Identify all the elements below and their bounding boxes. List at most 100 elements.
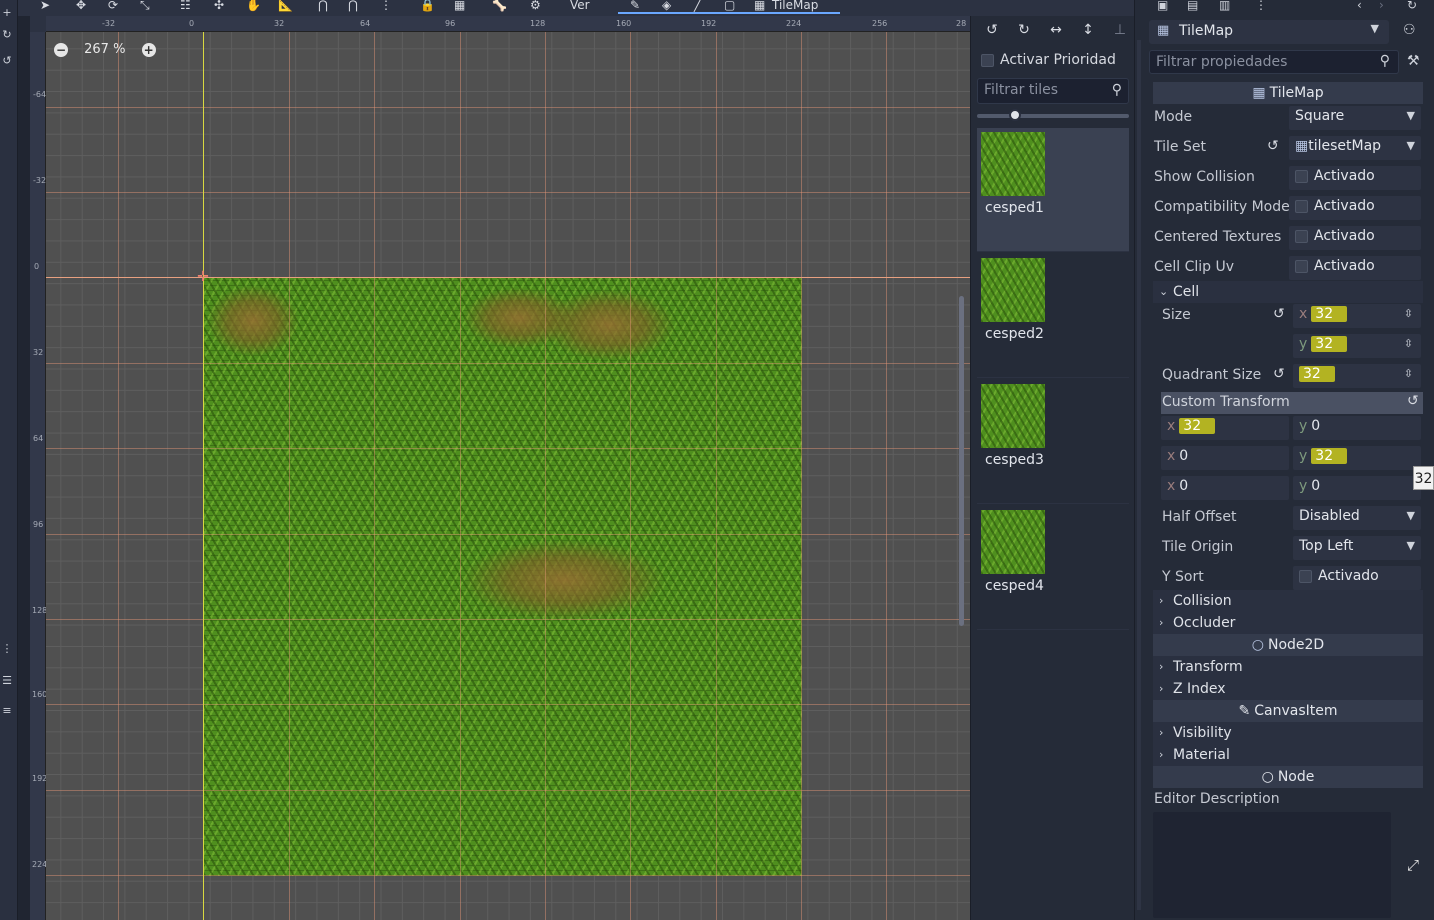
group-z-index[interactable]: › Z Index xyxy=(1153,678,1423,700)
group-visibility[interactable]: › Visibility xyxy=(1153,722,1423,744)
history-forward-icon[interactable]: › xyxy=(1379,0,1384,12)
view-menu[interactable]: Ver xyxy=(570,0,590,14)
viewport-scrollbar[interactable] xyxy=(959,296,964,626)
node-selector[interactable]: ▦ TileMap ▼ xyxy=(1149,20,1389,44)
checkbox-icon xyxy=(1299,569,1312,583)
rect-icon[interactable]: ▢ xyxy=(724,0,735,12)
canvas-viewport[interactable]: -32 0 32 64 96 128 160 192 224 256 28 -6… xyxy=(30,16,970,920)
transform-x-field[interactable]: x0 xyxy=(1161,446,1289,470)
vertical-ruler: -64 -32 0 32 64 96 128 160 192 224 xyxy=(30,32,47,920)
mode-dropdown[interactable]: Square ▼ xyxy=(1289,106,1421,130)
group-transform[interactable]: › Transform xyxy=(1153,656,1423,678)
pan-tool-icon[interactable]: ✋ xyxy=(246,0,261,14)
skeleton-icon[interactable]: 🦴 xyxy=(492,0,507,14)
group-icon[interactable]: ▦ xyxy=(454,0,465,14)
scale-tool-icon[interactable]: ⤡ xyxy=(140,0,150,14)
revert-icon[interactable]: ↺ xyxy=(1273,306,1285,322)
tileset-resource[interactable]: ▦tilesetMap ▼ xyxy=(1289,136,1421,160)
zoom-level[interactable]: 267 % xyxy=(84,42,125,57)
zoom-out-button[interactable]: − xyxy=(54,42,68,57)
add-icon[interactable]: + xyxy=(0,6,14,20)
prop-tile-origin: Tile Origin Top Left ▼ xyxy=(1153,534,1423,562)
rotate-right-icon[interactable]: ↻ xyxy=(1015,22,1033,40)
history-back-icon[interactable]: ‹ xyxy=(1357,0,1362,12)
compat-checkbox[interactable]: Activado xyxy=(1289,196,1421,220)
flip-vertical-icon[interactable]: ↕ xyxy=(1079,22,1097,40)
show-collision-checkbox[interactable]: Activado xyxy=(1289,166,1421,190)
search-icon: ⚲ xyxy=(1379,53,1390,69)
cell-line xyxy=(46,704,970,705)
tile-zoom-slider[interactable] xyxy=(977,114,1129,118)
tile-item[interactable]: cesped3 xyxy=(977,380,1129,504)
new-resource-icon[interactable]: ▣ xyxy=(1157,0,1168,12)
lock-icon[interactable]: 🔒 xyxy=(420,0,435,14)
move-tool-icon[interactable]: ✥ xyxy=(76,0,86,14)
editor-grid[interactable]: ✛ xyxy=(46,32,970,920)
transform-x-field[interactable]: x 32 xyxy=(1161,416,1289,440)
grid-snap-icon[interactable]: ⋂ xyxy=(348,0,358,14)
list-select-icon[interactable]: ☷ xyxy=(180,0,191,14)
section-title: CanvasItem xyxy=(1254,703,1338,719)
tile-filter-input[interactable]: Filtrar tiles ⚲ xyxy=(977,78,1129,104)
more-icon[interactable]: ⋮ xyxy=(1255,0,1267,12)
reload-icon[interactable]: ↻ xyxy=(0,28,14,42)
more-options-icon[interactable]: ⋮ xyxy=(380,0,392,14)
group-collision[interactable]: › Collision xyxy=(1153,590,1423,612)
pencil-icon[interactable]: ✎ xyxy=(630,0,640,12)
tile-origin-dropdown[interactable]: Top Left ▼ xyxy=(1293,536,1421,560)
transform-y-field[interactable]: y0 xyxy=(1293,476,1421,500)
history-icon[interactable]: ↺ xyxy=(0,54,14,68)
tile-item[interactable]: cesped1 xyxy=(977,128,1129,252)
line-icon[interactable]: ╱ xyxy=(694,0,701,12)
revert-icon[interactable]: ↺ xyxy=(1267,138,1279,154)
size-x-field[interactable]: x 32 ⇳ xyxy=(1293,304,1421,328)
expand-icon[interactable]: ⤢ xyxy=(1407,856,1419,874)
revert-icon[interactable]: ↺ xyxy=(1273,366,1285,382)
menu-dots-icon[interactable]: ⋮ xyxy=(0,642,14,656)
zoom-in-button[interactable]: + xyxy=(141,42,156,57)
priority-checkbox[interactable] xyxy=(981,53,994,67)
pivot-icon[interactable]: ✣ xyxy=(214,0,224,14)
bucket-icon[interactable]: ◈ xyxy=(662,0,671,12)
rotate-tool-icon[interactable]: ⟳ xyxy=(108,0,118,14)
grass-tilemap[interactable] xyxy=(204,278,802,876)
clear-transform-icon[interactable]: ⊥ xyxy=(1111,22,1129,40)
revert-icon[interactable]: ↺ xyxy=(1407,393,1419,409)
flip-horizontal-icon[interactable]: ↔ xyxy=(1047,22,1065,40)
transform-y-field[interactable]: y0 xyxy=(1293,416,1421,440)
priority-toggle[interactable]: Activar Prioridad xyxy=(981,52,1116,70)
origin-crosshair-icon: ✛ xyxy=(197,269,209,285)
centered-checkbox[interactable]: Activado xyxy=(1289,226,1421,250)
node-tools-icon[interactable]: ⚇ xyxy=(1403,22,1423,42)
clipuv-checkbox[interactable]: Activado xyxy=(1289,256,1421,280)
property-filter-input[interactable]: Filtrar propiedades ⚲ xyxy=(1149,50,1399,74)
open-resource-icon[interactable]: ▤ xyxy=(1187,0,1198,12)
quadrant-size-field[interactable]: 32 ⇳ xyxy=(1293,364,1421,388)
snap-icon[interactable]: ⋂ xyxy=(318,0,328,14)
inspector-scrollbar[interactable] xyxy=(1137,40,1141,910)
dirt-patch xyxy=(464,540,664,620)
ysort-checkbox[interactable]: Activado xyxy=(1293,566,1421,590)
camera-icon[interactable]: ⚙ xyxy=(530,0,541,14)
list-icon[interactable]: ☰ xyxy=(0,674,14,688)
prop-value: Square xyxy=(1295,108,1345,124)
editor-description-textarea[interactable] xyxy=(1153,812,1391,918)
half-offset-dropdown[interactable]: Disabled ▼ xyxy=(1293,506,1421,530)
group-occluder[interactable]: › Occluder xyxy=(1153,612,1423,634)
transform-y-field[interactable]: y 32 xyxy=(1293,446,1421,470)
select-tool-icon[interactable]: ➤ xyxy=(40,0,50,14)
filter-icon[interactable]: ≡ xyxy=(0,704,14,718)
save-resource-icon[interactable]: ▥ xyxy=(1219,0,1230,12)
object-history-icon[interactable]: ↻ xyxy=(1407,0,1417,12)
ruler-tool-icon[interactable]: 📐 xyxy=(278,0,293,14)
tile-item[interactable]: cesped2 xyxy=(977,254,1129,378)
transform-x-field[interactable]: x0 xyxy=(1161,476,1289,500)
size-y-field[interactable]: y 32 ⇳ xyxy=(1293,334,1421,358)
tile-item[interactable]: cesped4 xyxy=(977,506,1129,630)
slider-handle[interactable] xyxy=(1009,109,1021,121)
prop-label: Half Offset xyxy=(1162,509,1237,525)
property-options-icon[interactable]: ⚒ xyxy=(1407,53,1420,69)
group-material[interactable]: › Material xyxy=(1153,744,1423,766)
group-cell[interactable]: ⌄ Cell xyxy=(1153,281,1423,303)
rotate-left-icon[interactable]: ↺ xyxy=(983,22,1001,40)
